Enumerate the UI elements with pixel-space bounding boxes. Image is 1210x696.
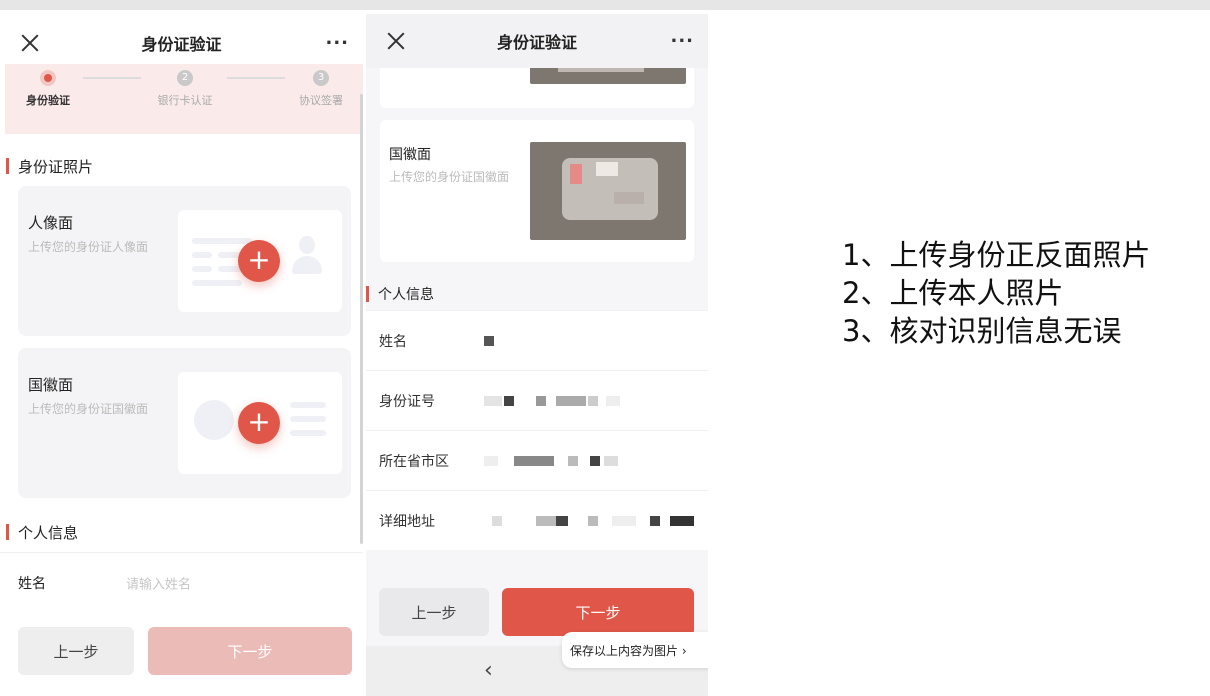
step-agreement: 3 协议签署 — [276, 70, 363, 108]
next-step-button[interactable]: 下一步 — [502, 588, 694, 636]
person-silhouette-icon — [292, 236, 322, 276]
emblem-upload-area[interactable]: + — [178, 372, 342, 474]
step-dot: 2 — [177, 70, 193, 86]
page-title: 身份证验证 — [141, 35, 222, 54]
more-icon[interactable]: ··· — [670, 31, 694, 52]
emblem-placeholder-icon — [194, 400, 234, 440]
step-bank-card: 2 银行卡认证 — [140, 70, 230, 108]
section-personal-info: 个人信息 — [6, 522, 78, 543]
upload-title: 国徽面 — [28, 376, 74, 394]
section-id-photos: 身份证照片 — [6, 156, 93, 177]
name-field-row[interactable]: 姓名 请输入姓名 — [0, 552, 363, 612]
instruction-step-2: 2、上传本人照片 — [842, 276, 1064, 310]
name-label: 姓名 — [18, 575, 46, 592]
step-label: 身份验证 — [26, 94, 70, 107]
address-label: 详细地址 — [379, 513, 435, 530]
save-as-image-button[interactable]: 保存以上内容为图片 › — [562, 632, 708, 668]
nav-bar: 身份证验证 ··· — [366, 14, 708, 68]
name-input[interactable]: 请输入姓名 — [126, 573, 191, 592]
add-photo-button[interactable]: + — [238, 240, 280, 282]
masked-value — [492, 515, 696, 526]
id-number-label: 身份证号 — [379, 393, 435, 410]
right-phone-screen: 身份证验证 ··· 国徽面 上传您的身份证国徽面 个人信息 姓名 身份证号 所在… — [366, 14, 708, 696]
instruction-list: 1、上传身份正反面照片 2、上传本人照片 3、核对识别信息无误 — [842, 236, 1150, 350]
name-label: 姓名 — [379, 333, 407, 350]
region-label: 所在省市区 — [379, 453, 449, 470]
id-number-row: 身份证号 — [366, 370, 708, 430]
back-arrow-icon[interactable]: ‹ — [484, 658, 493, 683]
name-row: 姓名 — [366, 310, 708, 370]
region-row: 所在省市区 — [366, 430, 708, 490]
step-identity: 身份验证 — [3, 70, 93, 108]
close-icon[interactable] — [384, 29, 408, 53]
step-label: 银行卡认证 — [157, 94, 213, 107]
prev-step-button[interactable]: 上一步 — [18, 627, 134, 675]
next-step-button[interactable]: 下一步 — [148, 627, 352, 675]
step-label: 协议签署 — [299, 94, 343, 107]
page-title: 身份证验证 — [496, 33, 577, 52]
upload-hint: 上传您的身份证国徽面 — [28, 402, 149, 416]
portrait-upload-card[interactable]: 人像面 上传您的身份证人像面 + — [18, 186, 351, 336]
top-band — [0, 0, 1210, 10]
prev-step-button[interactable]: 上一步 — [379, 588, 489, 636]
emblem-photo[interactable] — [530, 142, 686, 240]
upload-title: 国徽面 — [389, 147, 431, 163]
instruction-step-3: 3、核对识别信息无误 — [842, 314, 1122, 348]
left-phone-screen: 身份证验证 ··· 身份验证 2 银行卡认证 3 协议签署 身份证照片 人像面 … — [0, 10, 363, 696]
address-row: 详细地址 — [366, 490, 708, 550]
close-icon[interactable] — [18, 31, 42, 55]
more-icon[interactable]: ··· — [325, 33, 349, 54]
upload-title: 人像面 — [28, 214, 74, 232]
step-dot: 3 — [313, 70, 329, 86]
upload-hint: 上传您的身份证人像面 — [28, 240, 149, 254]
portrait-upload-area[interactable]: + — [178, 210, 342, 312]
step-dot — [40, 70, 56, 86]
instruction-step-1: 1、上传身份正反面照片 — [842, 238, 1151, 272]
add-photo-button[interactable]: + — [238, 402, 280, 444]
masked-value — [484, 335, 496, 346]
upload-hint: 上传您的身份证国徽面 — [389, 170, 510, 184]
section-personal-info: 个人信息 — [366, 284, 434, 304]
scrollbar[interactable] — [360, 94, 363, 544]
emblem-upload-card[interactable]: 国徽面 上传您的身份证国徽面 + — [18, 348, 351, 498]
emblem-photo-card: 国徽面 上传您的身份证国徽面 — [380, 120, 694, 262]
masked-value — [484, 395, 624, 406]
stepper: 身份验证 2 银行卡认证 3 协议签署 — [5, 64, 363, 134]
masked-value — [484, 455, 624, 466]
